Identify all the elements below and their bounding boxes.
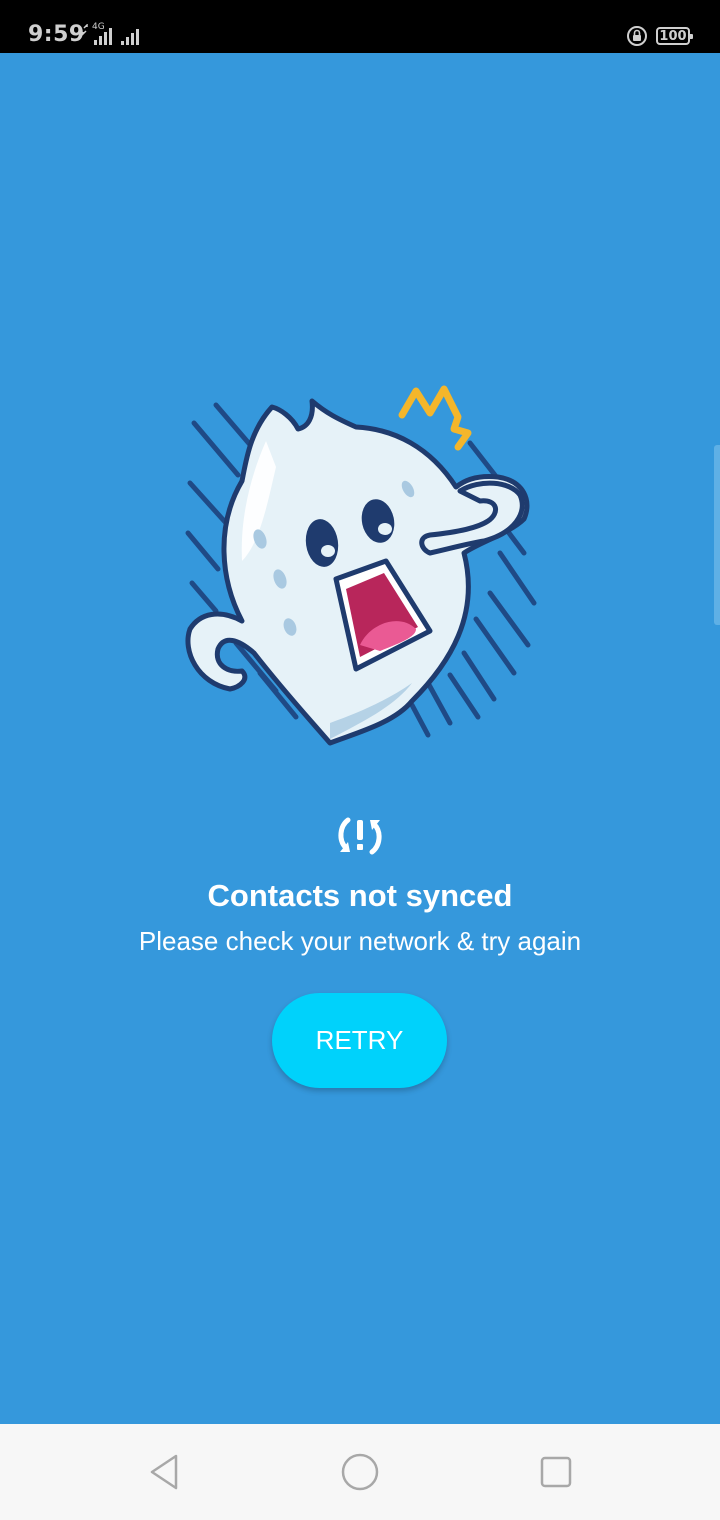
- signal-icon: 4G: [82, 22, 146, 48]
- sync-error-title: Contacts not synced: [207, 878, 513, 913]
- back-icon[interactable]: [136, 1444, 192, 1500]
- retry-button[interactable]: RETRY: [272, 993, 447, 1088]
- sync-error-message: Please check your network & try again: [138, 926, 582, 956]
- scared-ghost-illustration: [185, 385, 537, 746]
- status-time: 9:59: [28, 22, 85, 47]
- network-type-label: 4G: [92, 22, 105, 32]
- screen-lock-icon: [627, 26, 647, 46]
- battery-icon: 100: [656, 27, 693, 45]
- status-bar: 9:59 4G 100: [0, 0, 720, 53]
- recents-icon[interactable]: [528, 1444, 584, 1500]
- navigation-bar: [0, 1424, 720, 1520]
- scroll-handle[interactable]: [714, 445, 720, 625]
- home-icon[interactable]: [332, 1444, 388, 1500]
- sync-error-icon: [338, 817, 382, 855]
- battery-level: 100: [659, 28, 687, 44]
- status-right-icons: 100: [626, 24, 693, 48]
